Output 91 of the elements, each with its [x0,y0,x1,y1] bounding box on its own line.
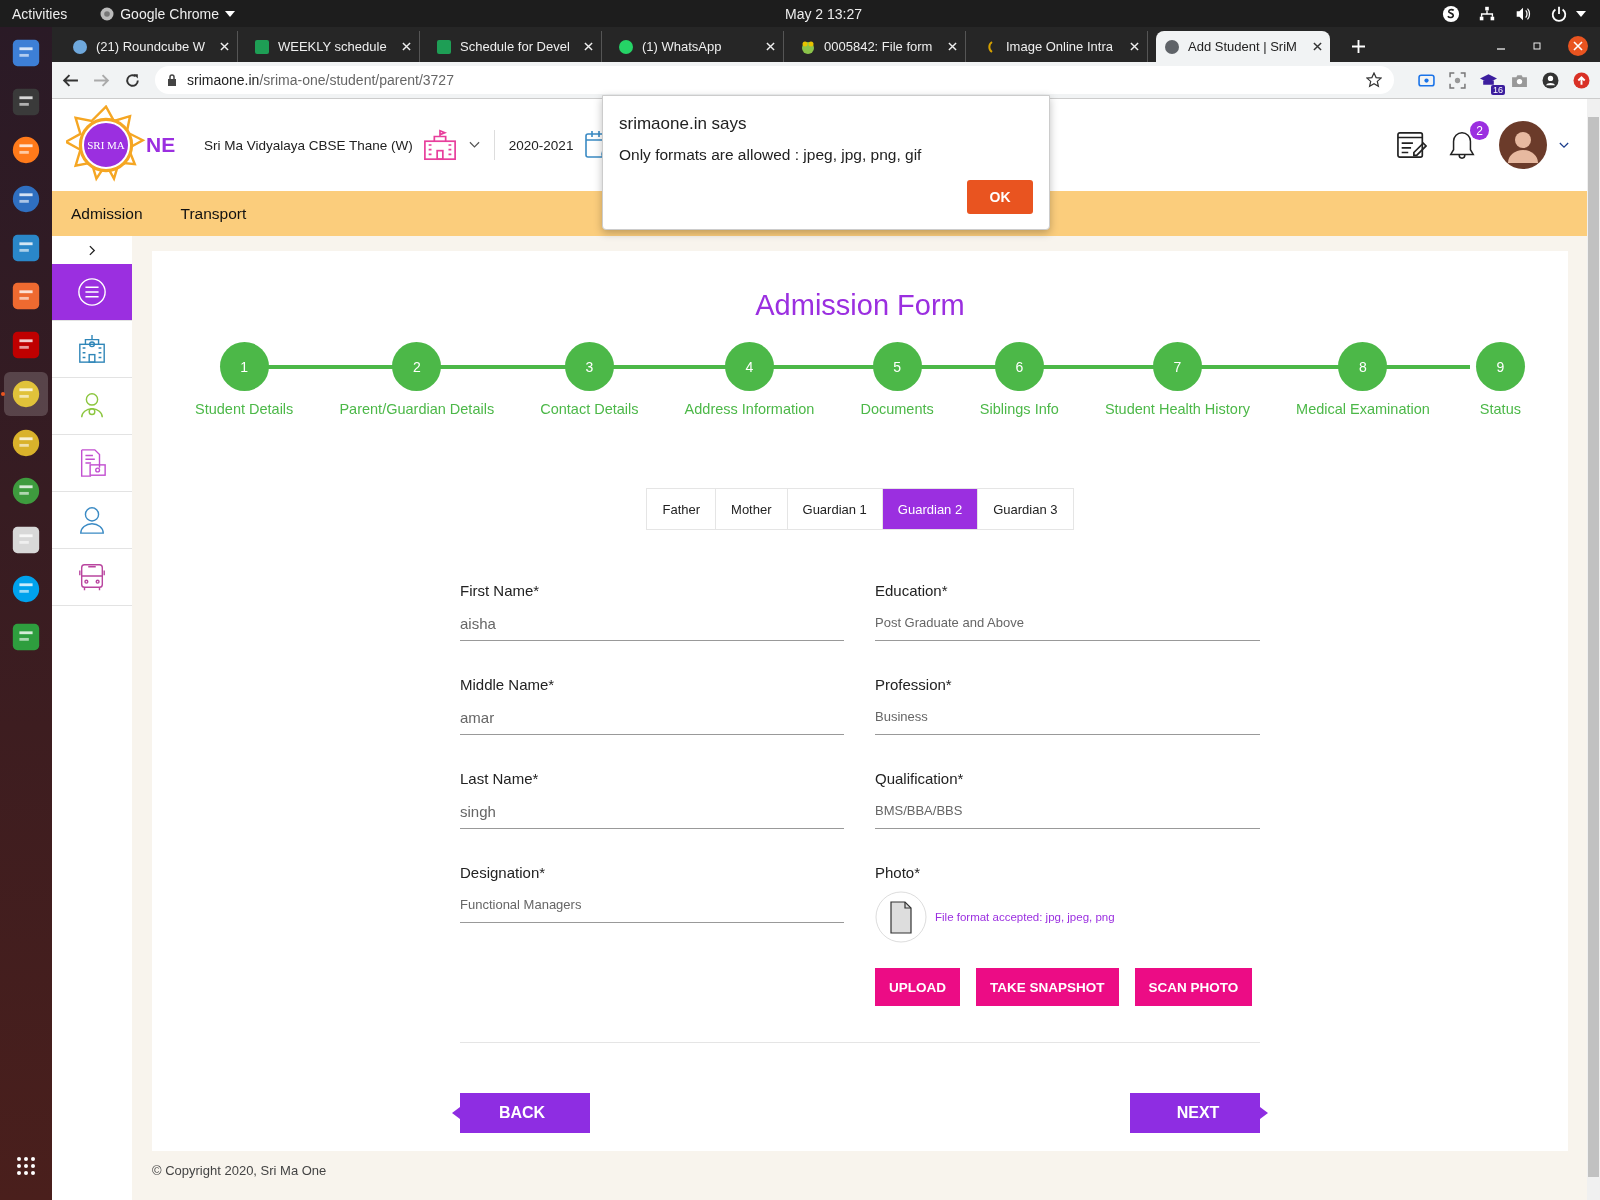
nav-link[interactable]: Transport [180,204,247,223]
sidebar-item[interactable] [52,264,132,321]
select-field[interactable]: Business [875,709,1260,735]
field-label: Middle Name* [460,676,556,693]
guardian-tab[interactable]: Guardian 2 [882,489,979,529]
field-label: Designation* [460,864,547,881]
favicon-icon [72,38,88,55]
new-tab-icon[interactable] [1352,40,1365,53]
photo-button[interactable]: UPLOAD [875,968,960,1006]
caret-icon[interactable] [225,10,236,17]
bookmark-star-icon[interactable] [1366,72,1382,88]
guardian-tab[interactable]: Guardian 3 [978,489,1073,529]
menu-icon [77,277,107,307]
step-label: Student Health History [1104,401,1250,417]
update-icon[interactable] [1573,71,1590,89]
screenshot-icon[interactable] [1449,71,1466,89]
person-icon [77,505,107,535]
favicon-icon [436,38,452,55]
back-button[interactable]: BACK [452,1093,590,1133]
browser-tab[interactable]: Add Student | SriM [1156,31,1330,62]
network-icon[interactable] [1478,4,1496,23]
nav-link[interactable]: Admission [71,204,143,223]
school-building-icon [77,334,107,364]
select-field[interactable]: Post Graduate and Above [875,615,1260,641]
activities-button[interactable]: Activities [12,5,68,22]
select-field[interactable]: Functional Managers [460,897,844,923]
field-label: Education* [875,582,949,599]
field-label: Photo* [875,864,922,881]
copyright-text: © Copyright 2020, Sri Ma One [152,1163,328,1178]
academic-year: 2020-2021 [508,137,574,153]
step-label: Status [1479,401,1521,417]
photo-button[interactable]: TAKE SNAPSHOT [976,968,1119,1006]
photo-button[interactable]: SCAN PHOTO [1134,968,1253,1006]
input-field[interactable]: singh [460,803,844,829]
step-label: Student Details [195,401,294,417]
step-label: Address Information [684,401,815,417]
dialog-title: srimaone.in says [619,114,748,134]
favicon-icon [1164,38,1180,55]
clock[interactable]: May 2 13:27 [785,5,863,22]
notification-count: 2 [1470,121,1489,140]
dropdown-chevron-icon[interactable] [468,141,480,149]
app-grid-icon[interactable] [16,1156,36,1176]
step-label: Parent/Guardian Details [339,401,495,417]
dialog-message: Only formats are allowed : jpeg, jpg, png, gif [619,146,923,164]
chrome-icon [100,6,115,21]
school-name: Sri Ma Vidyalaya CBSE Thane (W) [204,137,413,153]
close-window-icon[interactable] [1568,36,1588,56]
skype-tray-icon[interactable] [1442,4,1460,23]
close-tab-icon[interactable] [1313,42,1322,51]
user-avatar[interactable] [1499,121,1547,169]
address-bar[interactable]: srimaone.in/srima-one/student/parent/3727 [155,66,1394,94]
file-icon [875,891,927,943]
file-format-hint: File format accepted: jpg, jpeg, png [935,911,1115,923]
guardian-tab[interactable]: Father [647,489,717,529]
active-app-highlight[interactable] [4,371,48,416]
power-icon[interactable] [1550,4,1568,23]
app-menu[interactable]: Google Chrome [100,5,236,22]
restore-icon[interactable] [1532,41,1542,51]
field-label: Last Name* [460,770,540,787]
screen-cast-icon[interactable] [1418,71,1435,89]
profile-icon[interactable] [1542,71,1559,89]
next-button[interactable]: NEXT [1130,1093,1268,1133]
extension-badge: 16 [1491,84,1505,95]
app-launcher-icon[interactable] [10,37,42,69]
select-field[interactable]: BMS/BBA/BBS [875,803,1260,829]
step-label: Documents [860,401,934,417]
scrollbar[interactable] [1587,99,1600,1200]
bus-icon [77,562,107,592]
step-label: Medical Examination [1296,401,1430,417]
input-field[interactable]: aisha [460,615,844,641]
guardian-tab[interactable]: Guardian 1 [787,489,883,529]
school-building-icon [422,129,457,161]
ok-button[interactable]: OK [967,180,1033,214]
input-field[interactable]: amar [460,709,844,735]
favicon-icon [254,38,270,55]
dropdown-chevron-icon[interactable] [1559,141,1569,149]
caret-icon[interactable] [1576,10,1586,17]
chevron-right-icon[interactable] [88,245,96,256]
notification-bell-icon[interactable] [1447,130,1477,160]
field-label: Profession* [875,676,953,693]
lock-icon [167,74,177,86]
step-label: Siblings Info [979,401,1059,417]
field-label: Qualification* [875,770,965,787]
field-label: First Name* [460,582,541,599]
form-title: Admission Form [755,289,965,322]
reload-icon[interactable] [124,71,141,89]
logo-text: NE [146,133,176,157]
guardian-tab[interactable]: Mother [716,489,788,529]
favicon-icon [618,38,634,55]
step-label: Contact Details [540,401,639,417]
notes-edit-icon[interactable] [1397,130,1427,160]
